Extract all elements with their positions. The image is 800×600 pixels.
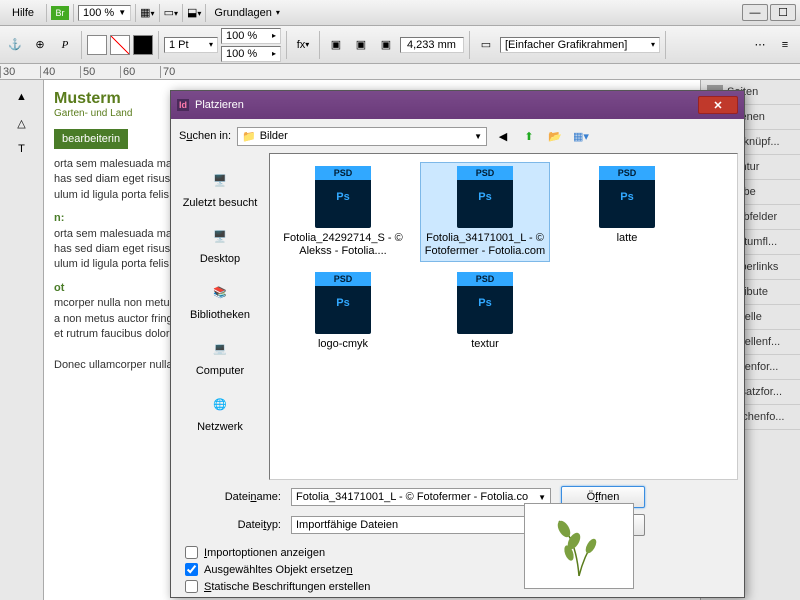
place-libraries[interactable]: 📚Bibliotheken xyxy=(175,271,265,327)
stroke-swatch[interactable] xyxy=(110,35,130,55)
effects-icon[interactable]: fx▾ xyxy=(292,34,314,56)
file-item[interactable]: Ps textur xyxy=(420,268,550,355)
text-wrap-none-icon[interactable]: ▣ xyxy=(325,34,347,56)
file-list[interactable]: Ps Fotolia_24292714_S - © Alekss - Fotol… xyxy=(269,153,738,480)
stroke-weight[interactable]: 1 Pt▾ xyxy=(164,37,218,53)
psd-icon: Ps xyxy=(457,272,513,334)
text-frame-icon[interactable]: P xyxy=(54,34,76,56)
format-container-icon[interactable] xyxy=(133,35,153,55)
help-menu[interactable]: Hilfe xyxy=(4,5,42,21)
place-desktop[interactable]: 🖥️Desktop xyxy=(175,215,265,271)
filename-label: Dateiname: xyxy=(181,491,281,503)
minimize-button[interactable]: — xyxy=(742,4,768,21)
place-computer[interactable]: 💻Computer xyxy=(175,327,265,383)
up-icon[interactable]: ⬆ xyxy=(519,126,539,146)
top-menubar: Hilfe Br 100 %▼ ▦▾ ▭▾ ⬓▾ Grundlagen▾ — ☐ xyxy=(0,0,800,26)
tools-panel: ▲ △ T xyxy=(0,80,44,600)
psd-icon: Ps xyxy=(315,166,371,228)
filetype-combo[interactable]: Importfähige Dateien▼ xyxy=(291,516,551,534)
show-import-options-checkbox[interactable]: Importoptionen anzeigen xyxy=(185,546,730,559)
lookin-label: Suchen in: xyxy=(179,130,231,142)
place-recent[interactable]: 🖥️Zuletzt besucht xyxy=(175,159,265,215)
lookin-combo[interactable]: 📁 Bilder ▼ xyxy=(237,127,487,146)
psd-icon: Ps xyxy=(457,166,513,228)
psd-icon: Ps xyxy=(599,166,655,228)
dialog-title: Platzieren xyxy=(195,99,244,111)
bridge-icon[interactable]: Br xyxy=(51,6,69,20)
place-dialog: Id Platzieren ✕ Suchen in: 📁 Bilder ▼ ◀ … xyxy=(170,90,745,598)
plant-preview-icon xyxy=(539,511,619,581)
psd-icon: Ps xyxy=(315,272,371,334)
object-style-combo[interactable]: [Einfacher Grafikrahmen]▾ xyxy=(500,37,660,53)
object-style-icon: ▭ xyxy=(475,34,497,56)
control-panel: ⚓ ⊕ P 1 Pt▾ 100 %▸ 100 %▸ fx▾ ▣ ▣ ▣ 4,23… xyxy=(0,26,800,64)
places-bar: 🖥️Zuletzt besucht 🖥️Desktop 📚Bibliotheke… xyxy=(171,153,269,480)
selection-tool[interactable]: ▲ xyxy=(11,86,33,108)
type-tool[interactable]: T xyxy=(11,138,33,160)
file-item[interactable]: Ps Fotolia_34171001_L - © Fotofermer - F… xyxy=(420,162,550,262)
view-options-icon[interactable]: ▦▾ xyxy=(140,6,154,19)
horizontal-ruler: 3040506070 xyxy=(0,64,800,80)
file-item[interactable]: Ps latte xyxy=(562,162,692,262)
filename-combo[interactable]: Fotolia_34171001_L - © Fotofermer - Foto… xyxy=(291,488,551,506)
workspace-switcher[interactable]: Grundlagen▾ xyxy=(210,6,284,20)
file-item[interactable]: Ps logo-cmyk xyxy=(278,268,408,355)
view-menu-icon[interactable]: ▦▾ xyxy=(571,126,591,146)
folder-icon: 📁 xyxy=(242,130,256,143)
text-wrap-bbox-icon[interactable]: ▣ xyxy=(350,34,372,56)
close-button[interactable]: ✕ xyxy=(698,96,738,114)
corner-size[interactable]: 4,233 mm xyxy=(400,37,464,53)
place-network[interactable]: 🌐Netzwerk xyxy=(175,383,265,439)
registration-icon[interactable]: ⊕ xyxy=(29,34,51,56)
anchor-icon[interactable]: ⚓ xyxy=(4,34,26,56)
text-wrap-shape-icon[interactable]: ▣ xyxy=(375,34,397,56)
static-captions-checkbox[interactable]: Statische Beschriftungen erstellen xyxy=(185,580,730,593)
preview-box xyxy=(524,503,634,589)
zoom-level[interactable]: 100 %▼ xyxy=(78,5,131,21)
doc-green-bar: bearbeiterin xyxy=(54,129,128,149)
newfolder-icon[interactable]: 📂 xyxy=(545,126,565,146)
fill-swatch[interactable] xyxy=(87,35,107,55)
overflow-icon[interactable]: ⋯ xyxy=(749,34,771,56)
direct-selection-tool[interactable]: △ xyxy=(11,112,33,134)
arrange-icon[interactable]: ⬓▾ xyxy=(187,6,201,19)
tint-2[interactable]: 100 %▸ xyxy=(221,46,281,62)
screen-mode-icon[interactable]: ▭▾ xyxy=(164,6,178,19)
panel-menu-icon[interactable]: ≡ xyxy=(774,34,796,56)
replace-selected-checkbox[interactable]: Ausgewähltes Objekt ersetzen xyxy=(185,563,730,576)
dialog-titlebar[interactable]: Id Platzieren ✕ xyxy=(171,91,744,119)
tint-1[interactable]: 100 %▸ xyxy=(221,28,281,44)
back-icon[interactable]: ◀ xyxy=(493,126,513,146)
indesign-icon: Id xyxy=(177,99,189,111)
file-item[interactable]: Ps Fotolia_24292714_S - © Alekss - Fotol… xyxy=(278,162,408,262)
maximize-button[interactable]: ☐ xyxy=(770,4,796,21)
filetype-label: Dateityp: xyxy=(181,519,281,531)
